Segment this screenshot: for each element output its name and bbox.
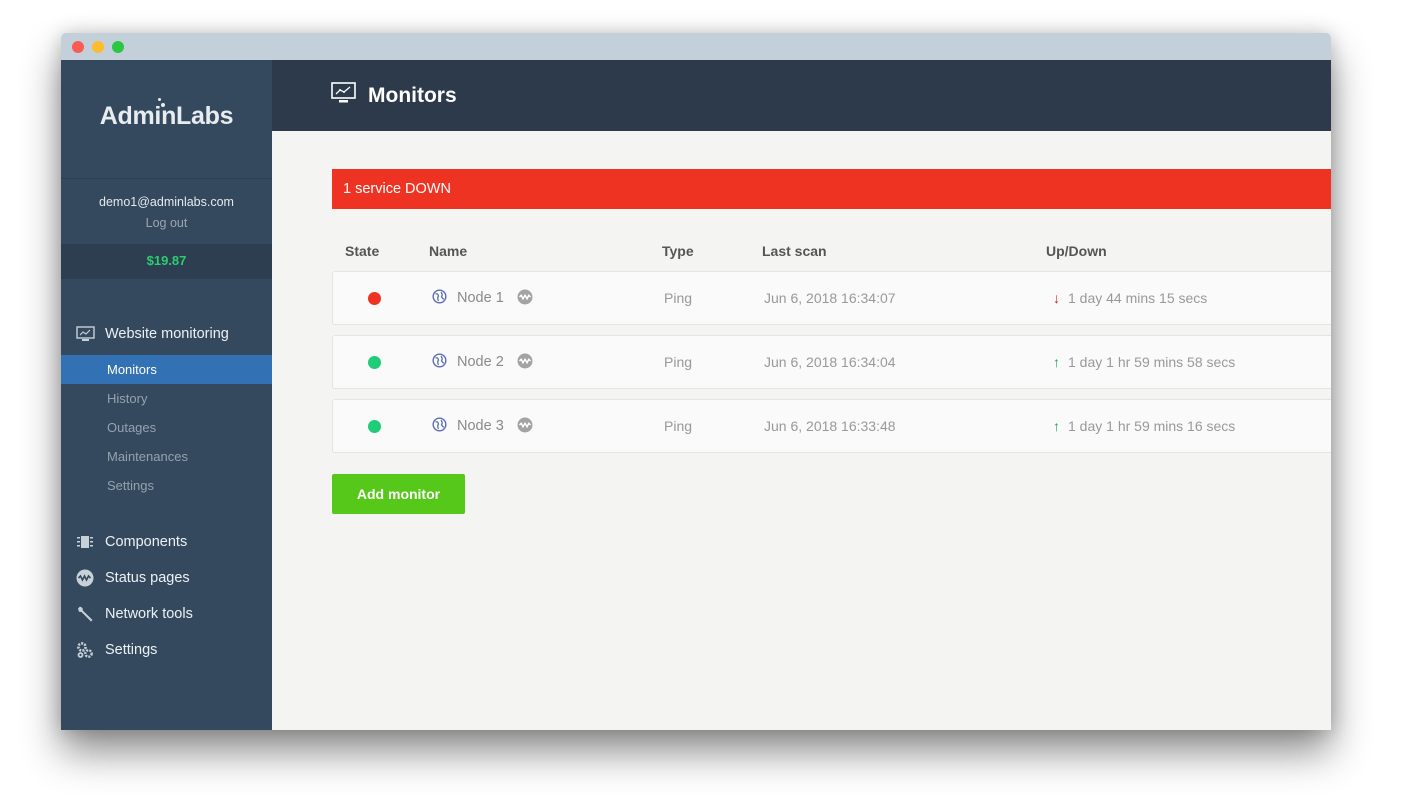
sidebar-item-label: Website monitoring: [105, 326, 229, 342]
arrow-up-icon: ↑: [1053, 418, 1060, 434]
sidebar-subitem-monitors[interactable]: Monitors: [61, 355, 272, 384]
monitor-type: Ping: [664, 354, 693, 370]
sidebar-item-label: Components: [105, 534, 188, 550]
window-titlebar: [61, 33, 1331, 60]
sidebar-subitem-outages[interactable]: Outages: [61, 413, 272, 442]
app-window: AdminLabs demo1@adminlabs.com Log out $1…: [61, 33, 1331, 730]
monitor-name[interactable]: Node 2: [457, 354, 504, 370]
arrow-down-icon: ↓: [1053, 290, 1060, 306]
sidebar-subitem-history[interactable]: History: [61, 384, 272, 413]
status-wave-icon[interactable]: [517, 289, 533, 308]
page-title: Monitors: [368, 83, 457, 107]
state-indicator: [368, 291, 381, 305]
sidebar-item-settings[interactable]: Settings: [61, 632, 272, 668]
window-maximize-button[interactable]: [112, 41, 124, 53]
column-header-up-down: Up/Down: [1046, 243, 1107, 259]
sidebar-item-label: Settings: [105, 642, 158, 658]
main-content: 1 service DOWN State Name Type Last scan…: [332, 169, 1331, 514]
app-logo[interactable]: AdminLabs: [61, 102, 272, 131]
table-row[interactable]: Node 2 Ping Jun 6, 2018 16:34:04 ↑ 1 day…: [332, 335, 1331, 389]
table-row[interactable]: Node 1 Ping Jun 6, 2018 16:34:07 ↓ 1 day…: [332, 271, 1331, 325]
sidebar-item-status-pages[interactable]: Status pages: [61, 560, 272, 596]
uptime-duration: 1 day 1 hr 59 mins 16 secs: [1068, 418, 1236, 434]
state-indicator: [368, 355, 381, 369]
gears-icon: [75, 641, 95, 659]
user-email: demo1@adminlabs.com: [99, 195, 234, 209]
globe-icon: [432, 289, 447, 307]
table-row[interactable]: Node 3 Ping Jun 6, 2018 16:33:48 ↑ 1 day…: [332, 399, 1331, 453]
user-info: demo1@adminlabs.com Log out: [61, 179, 272, 244]
monitor-name[interactable]: Node 1: [457, 290, 504, 306]
sidebar-item-label: Network tools: [105, 606, 193, 622]
column-header-type: Type: [662, 243, 694, 259]
uptime-duration: 1 day 44 mins 15 secs: [1068, 290, 1208, 306]
last-scan: Jun 6, 2018 16:34:04: [764, 354, 896, 370]
monitor-type: Ping: [664, 290, 693, 306]
uptime-duration: 1 day 1 hr 59 mins 58 secs: [1068, 354, 1236, 370]
logo-area: AdminLabs: [61, 60, 272, 179]
monitor-list: Node 1 Ping Jun 6, 2018 16:34:07 ↓ 1 day…: [332, 271, 1331, 453]
website-monitoring-submenu: Monitors History Outages Maintenances Se…: [61, 355, 272, 500]
status-wave-icon[interactable]: [517, 353, 533, 372]
table-header: State Name Type Last scan Up/Down: [332, 209, 1331, 271]
arrow-up-icon: ↑: [1053, 354, 1060, 370]
chip-icon: [75, 533, 95, 551]
globe-icon: [432, 353, 447, 371]
sidebar-nav: Website monitoring Monitors History Outa…: [61, 279, 272, 668]
monitor-chart-icon: [75, 325, 95, 343]
sidebar-item-network-tools[interactable]: Network tools: [61, 596, 272, 632]
status-wave-icon: [75, 569, 95, 587]
service-down-alert: 1 service DOWN: [332, 169, 1331, 209]
logout-link[interactable]: Log out: [146, 216, 188, 230]
globe-icon: [432, 417, 447, 435]
status-wave-icon[interactable]: [517, 417, 533, 436]
state-indicator: [368, 419, 381, 433]
column-header-last-scan: Last scan: [762, 243, 827, 259]
last-scan: Jun 6, 2018 16:34:07: [764, 290, 896, 306]
column-header-state: State: [345, 243, 380, 259]
monitor-name[interactable]: Node 3: [457, 418, 504, 434]
sidebar-subitem-settings[interactable]: Settings: [61, 471, 272, 500]
page-header: Monitors: [272, 60, 1331, 131]
column-header-name: Name: [429, 243, 468, 259]
add-monitor-button[interactable]: Add monitor: [332, 474, 465, 514]
last-scan: Jun 6, 2018 16:33:48: [764, 418, 896, 434]
sidebar-item-label: Status pages: [105, 570, 190, 586]
window-close-button[interactable]: [72, 41, 84, 53]
sidebar-main-items: Components Status pages Network tools Se…: [61, 524, 272, 668]
wrench-icon: [75, 605, 95, 623]
sidebar: AdminLabs demo1@adminlabs.com Log out $1…: [61, 60, 272, 730]
window-minimize-button[interactable]: [92, 41, 104, 53]
sidebar-subitem-maintenances[interactable]: Maintenances: [61, 442, 272, 471]
monitor-chart-icon: [331, 82, 356, 109]
sidebar-item-website-monitoring[interactable]: Website monitoring: [61, 319, 272, 349]
account-balance: $19.87: [61, 244, 272, 279]
sidebar-item-components[interactable]: Components: [61, 524, 272, 560]
monitor-type: Ping: [664, 418, 693, 434]
